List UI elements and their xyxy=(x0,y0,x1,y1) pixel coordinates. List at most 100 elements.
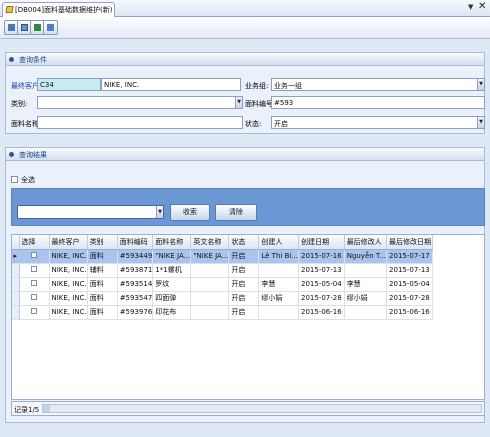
table-cell: Nguyễn T... xyxy=(344,249,388,264)
query-panel-header[interactable]: 查询条件 xyxy=(5,52,485,66)
row-checkbox[interactable] xyxy=(19,249,50,264)
table-cell: 辅料 xyxy=(87,263,118,278)
collapse-icon[interactable] xyxy=(9,57,14,62)
column-header[interactable]: 最后修改日期 xyxy=(386,235,433,250)
column-header[interactable]: 最后修改人 xyxy=(344,235,388,250)
table-cell: 缪小娟 xyxy=(258,291,299,306)
table-cell: "NIKE JA... xyxy=(190,249,230,264)
search-bar: ▼ 收索 清除 xyxy=(11,188,485,226)
close-icon[interactable]: ✕ xyxy=(478,1,486,12)
table-cell: 2015-07-13 xyxy=(298,263,345,278)
exit-icon xyxy=(47,24,54,31)
column-header[interactable]: 创建人 xyxy=(258,235,299,250)
table-cell: 李慧 xyxy=(258,277,299,292)
chevron-down-icon[interactable]: ▼ xyxy=(477,117,484,128)
result-panel-title: 查询结果 xyxy=(19,151,47,159)
checkbox-icon[interactable] xyxy=(31,266,37,272)
row-checkbox[interactable] xyxy=(19,263,50,278)
search-combo[interactable]: ▼ xyxy=(17,205,164,219)
table-cell xyxy=(190,291,230,306)
row-checkbox[interactable] xyxy=(19,277,50,292)
search-button[interactable]: 收索 xyxy=(170,204,210,221)
table-cell: #593976 xyxy=(117,305,154,320)
table-cell: 2015-06-16 xyxy=(386,305,433,320)
table-cell: 2015-07-28 xyxy=(298,291,345,306)
chevron-down-icon[interactable]: ▼ xyxy=(477,79,484,90)
column-header[interactable]: 类别 xyxy=(87,235,118,250)
customer-code-field[interactable]: C34 xyxy=(37,78,101,91)
business-group-label: 业务组: xyxy=(245,82,269,90)
table-cell: 2015-07-16 xyxy=(298,249,345,264)
column-header[interactable]: 面料编码 xyxy=(117,235,154,250)
table-cell: NIKE, INC. xyxy=(49,277,88,292)
fabric-code-input[interactable]: #593 xyxy=(271,96,485,109)
table-cell: 四面弹 xyxy=(152,291,192,306)
column-header[interactable]: 选择 xyxy=(19,235,50,250)
result-panel-header[interactable]: 查询结果 xyxy=(5,147,485,161)
row-indicator xyxy=(12,277,20,292)
tab-title: [DB004]面料基础数据维护(新) xyxy=(15,6,113,14)
table-cell: NIKE, INC. xyxy=(49,263,88,278)
row-checkbox[interactable] xyxy=(19,291,50,306)
clear-button[interactable]: 清除 xyxy=(215,204,257,221)
edit-icon xyxy=(21,24,28,31)
table-row[interactable]: NIKE, INC. 面料 #593514 罗纹 开启 李慧 2015-05-0… xyxy=(12,277,433,292)
table-cell: NIKE, INC. xyxy=(49,291,88,306)
column-header[interactable]: 最终客户 xyxy=(49,235,88,250)
table-cell: 罗纹 xyxy=(152,277,192,292)
category-select[interactable]: ▼ xyxy=(37,96,243,109)
checkbox-icon[interactable] xyxy=(31,294,37,300)
table-cell: 面料 xyxy=(87,249,118,264)
table-cell: NIKE, INC. xyxy=(49,305,88,320)
table-row[interactable]: NIKE, INC. 面料 #593976 印花布 开启 2015-06-16 … xyxy=(12,305,433,320)
document-icon xyxy=(5,6,14,13)
column-header[interactable]: 状态 xyxy=(228,235,260,250)
checkbox-icon[interactable] xyxy=(31,252,37,258)
tab-fabric-maintenance[interactable]: [DB004]面料基础数据维护(新) xyxy=(2,2,115,17)
exit-button[interactable] xyxy=(43,20,58,35)
table-cell: NIKE, INC. xyxy=(49,249,88,264)
chevron-down-icon[interactable]: ▼ xyxy=(156,206,163,218)
tab-bar: [DB004]面料基础数据维护(新) ▼ ✕ xyxy=(0,0,490,17)
table-row[interactable]: NIKE, INC. 辅料 #593871 1*1螺机 开启 2015-07-1… xyxy=(12,263,433,278)
table-cell xyxy=(344,263,388,278)
table-cell: 李慧 xyxy=(344,277,388,292)
table-cell: 2015-07-17 xyxy=(386,249,433,264)
table-cell: #593547 xyxy=(117,291,154,306)
collapse-icon[interactable] xyxy=(9,152,14,157)
table-row[interactable]: NIKE, INC. 面料 #593547 四面弹 开启 缪小娟 2015-07… xyxy=(12,291,433,306)
checkbox-icon[interactable] xyxy=(31,308,37,314)
table-row[interactable]: ▸ NIKE, INC. 面料 #593449 "NIKE JA... "NIK… xyxy=(12,249,433,264)
status-select[interactable]: 开启 ▼ xyxy=(271,116,485,129)
table-cell: #593449 xyxy=(117,249,154,264)
row-checkbox[interactable] xyxy=(19,305,50,320)
business-group-select[interactable]: 业务一组 ▼ xyxy=(271,78,485,91)
table-cell: 开启 xyxy=(228,291,260,306)
category-label: 类别: xyxy=(11,100,28,108)
table-cell: 开启 xyxy=(228,263,260,278)
table-cell: 2015-05-04 xyxy=(386,277,433,292)
table-cell: 缪小娟 xyxy=(344,291,388,306)
column-header[interactable]: 创建日期 xyxy=(298,235,345,250)
checkbox-icon[interactable] xyxy=(31,280,37,286)
column-header[interactable]: 英文名称 xyxy=(190,235,230,250)
column-header[interactable]: 面料名称 xyxy=(152,235,192,250)
fabric-name-input[interactable] xyxy=(37,116,243,129)
checkbox-icon[interactable] xyxy=(11,176,18,183)
row-indicator xyxy=(12,263,20,278)
table-cell xyxy=(190,263,230,278)
pencil-icon xyxy=(8,24,15,31)
grid-header: 选择 最终客户 类别 面料编码 面料名称 英文名称 状态 创建人 创建日期 最后… xyxy=(12,235,433,250)
table-cell: 2015-07-13 xyxy=(386,263,433,278)
table-cell: 面料 xyxy=(87,305,118,320)
scroll-left-icon[interactable] xyxy=(43,405,50,412)
table-cell: "NIKE JA... xyxy=(152,249,192,264)
chevron-down-icon[interactable]: ▼ xyxy=(235,97,242,108)
table-cell: 1*1螺机 xyxy=(152,263,192,278)
result-grid: 选择 最终客户 类别 面料编码 面料名称 英文名称 状态 创建人 创建日期 最后… xyxy=(11,234,485,400)
tab-list-dropdown-icon[interactable]: ▼ xyxy=(468,3,473,11)
select-all-checkbox[interactable]: 全选 xyxy=(11,175,35,185)
table-cell xyxy=(258,263,299,278)
horizontal-scrollbar[interactable] xyxy=(42,404,482,413)
table-cell xyxy=(258,305,299,320)
